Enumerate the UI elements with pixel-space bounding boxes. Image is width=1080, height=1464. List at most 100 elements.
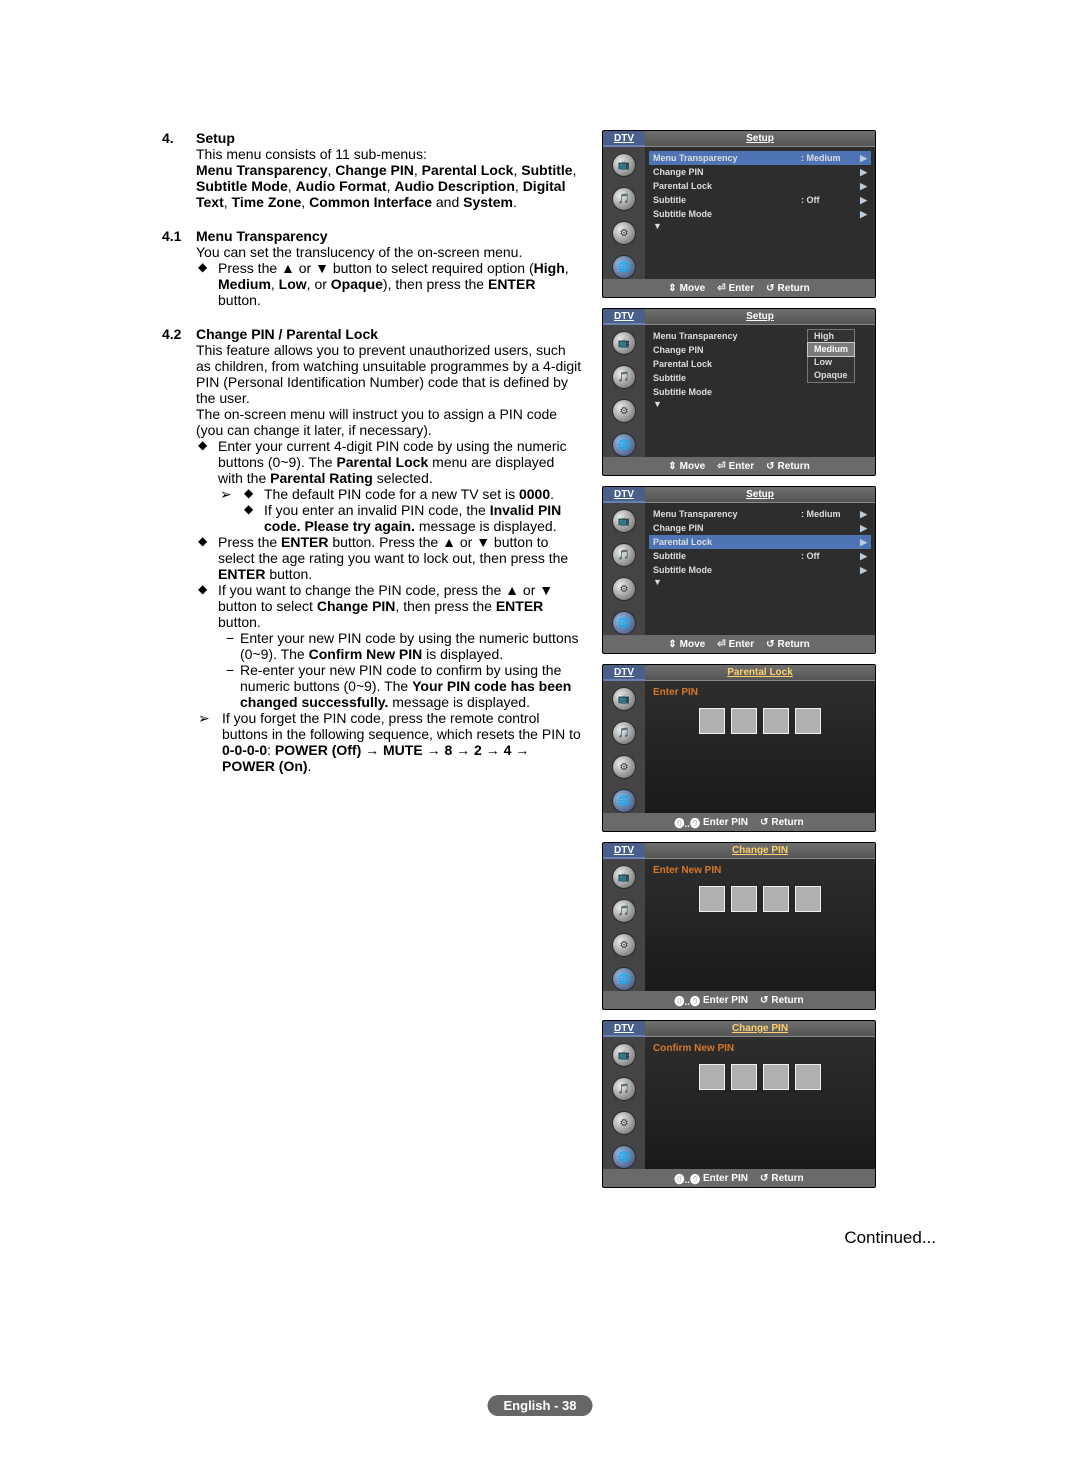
pin-digit[interactable] [699, 1064, 725, 1090]
instruction-item: Enter your current 4-digit PIN code by u… [196, 438, 582, 534]
pin-digit[interactable] [795, 1064, 821, 1090]
menu-row-change-pin[interactable]: Change PIN▶ [649, 165, 871, 179]
instruction-item: Press the ▲ or ▼ button to select requir… [196, 260, 582, 308]
chevron-right-icon: ▶ [855, 523, 867, 534]
sidebar-icon: ⚙ [612, 933, 636, 957]
tv-footer: ⓿..❾Enter PIN ↺Return [603, 991, 875, 1009]
chevron-right-icon: ▶ [855, 565, 867, 576]
pin-input-boxes[interactable] [653, 886, 867, 912]
subsection-desc: You can set the translucency of the on-s… [196, 244, 582, 260]
footer-enter: ⏎Enter [717, 283, 754, 294]
menu-title: Setup [645, 309, 875, 325]
sub-sub-instruction: If you enter an invalid PIN code, the In… [242, 502, 582, 534]
pin-digit[interactable] [731, 708, 757, 734]
tv-sidebar: 📺 🎵 ⚙ 🌐 [603, 147, 645, 279]
pin-prompt: Enter New PIN [653, 865, 867, 876]
tv-sidebar: 📺 🎵 ⚙ 🌐 [603, 503, 645, 635]
sidebar-icon: 📺 [612, 1043, 636, 1067]
pin-digit[interactable] [699, 708, 725, 734]
manual-text-column: 4. Setup This menu consists of 11 sub-me… [162, 130, 582, 1188]
dtv-badge: DTV [603, 131, 645, 147]
subsection-number: 4.2 [162, 326, 196, 774]
sidebar-icon: 🎵 [612, 899, 636, 923]
numeric-icon: ⓿..❾ [674, 815, 700, 830]
menu-row-change-pin[interactable]: Change PIN▶ [649, 521, 871, 535]
pin-digit[interactable] [763, 708, 789, 734]
section-intro: This menu consists of 11 sub-menus: [196, 146, 582, 162]
sidebar-icon: ⚙ [612, 221, 636, 245]
option-low[interactable]: Low [808, 356, 854, 369]
instruction-item: If you forget the PIN code, press the re… [196, 710, 582, 774]
option-opaque[interactable]: Opaque [808, 369, 854, 382]
subsection-number: 4.1 [162, 228, 196, 308]
menu-row-subtitle[interactable]: Subtitle : Off ▶ [649, 193, 871, 207]
menu-row-subtitle-mode[interactable]: Subtitle Mode▶ [649, 563, 871, 577]
updown-icon: ⇕ [668, 639, 676, 650]
chevron-right-icon: ▶ [855, 195, 867, 206]
footer-move: ⇕Move [668, 283, 705, 294]
sidebar-icon: 🌐 [612, 967, 636, 991]
tv-screenshot-setup-1: DTV Setup 📺 🎵 ⚙ 🌐 Menu Transparency : Me… [602, 130, 876, 298]
sidebar-icon: 📺 [612, 509, 636, 533]
tv-sidebar: 📺 🎵 ⚙ 🌐 [603, 325, 645, 457]
paragraph: The on-screen menu will instruct you to … [196, 406, 582, 438]
tv-footer: ⇕Move ⏎Enter ↺Return [603, 457, 875, 475]
more-items-icon: ▼ [649, 577, 871, 587]
subsection-title: Change PIN / Parental Lock [196, 326, 582, 342]
menu-title: Change PIN [645, 843, 875, 859]
sidebar-icon: ⚙ [612, 1111, 636, 1135]
subsection-title: Menu Transparency [196, 228, 582, 244]
pin-digit[interactable] [763, 1064, 789, 1090]
pin-digit[interactable] [795, 708, 821, 734]
menu-row-subtitle-mode[interactable]: Subtitle Mode▶ [649, 207, 871, 221]
tv-sidebar: 📺 🎵 ⚙ 🌐 [603, 859, 645, 991]
pin-input-boxes[interactable] [653, 708, 867, 734]
tv-screenshot-setup-3: DTV Setup 📺 🎵 ⚙ 🌐 Menu Transparency : Me… [602, 486, 876, 654]
sidebar-icon: 📺 [612, 687, 636, 711]
menu-row-subtitle-mode[interactable]: Subtitle Mode [649, 385, 871, 399]
submenus-list: Menu Transparency, Change PIN, Parental … [196, 162, 582, 210]
tv-footer: ⇕Move ⏎Enter ↺Return [603, 635, 875, 653]
chevron-right-icon: ▶ [855, 209, 867, 220]
updown-icon: ⇕ [668, 461, 676, 472]
numeric-icon: ⓿..❾ [674, 993, 700, 1008]
menu-row-parental-lock[interactable]: Parental Lock▶ [649, 179, 871, 193]
tv-footer: ⓿..❾Enter PIN ↺Return [603, 1169, 875, 1187]
pin-prompt: Enter PIN [653, 687, 867, 698]
paragraph: This feature allows you to prevent unaut… [196, 342, 582, 406]
tv-screenshot-setup-2: DTV Setup 📺 🎵 ⚙ 🌐 Menu Transparency: [602, 308, 876, 476]
pin-digit[interactable] [699, 886, 725, 912]
pin-input-boxes[interactable] [653, 1064, 867, 1090]
dtv-badge: DTV [603, 843, 645, 859]
more-items-icon: ▼ [649, 399, 871, 409]
menu-title: Setup [645, 487, 875, 503]
dtv-badge: DTV [603, 309, 645, 325]
tv-screenshot-confirm-new-pin: DTV Change PIN 📺 🎵 ⚙ 🌐 Confirm New PIN [602, 1020, 876, 1188]
menu-row-parental-lock[interactable]: Parental Lock▶ [649, 535, 871, 549]
pin-digit[interactable] [731, 886, 757, 912]
sidebar-icon: 📺 [612, 153, 636, 177]
chevron-right-icon: ▶ [855, 167, 867, 178]
instruction-item: If you want to change the PIN code, pres… [196, 582, 582, 710]
sidebar-icon: ⚙ [612, 577, 636, 601]
enter-icon: ⏎ [717, 639, 725, 650]
sidebar-icon: 🎵 [612, 187, 636, 211]
option-medium[interactable]: Medium [807, 342, 855, 357]
pin-prompt: Confirm New PIN [653, 1043, 867, 1054]
menu-title: Change PIN [645, 1021, 875, 1037]
section-number: 4. [162, 130, 196, 210]
menu-row-transparency[interactable]: Menu Transparency : Medium ▶ [649, 507, 871, 521]
pin-digit[interactable] [731, 1064, 757, 1090]
pin-digit[interactable] [763, 886, 789, 912]
enter-icon: ⏎ [717, 461, 725, 472]
menu-row-transparency[interactable]: Menu Transparency : Medium ▶ [649, 151, 871, 165]
sub-sub-instruction: The default PIN code for a new TV set is… [242, 486, 582, 502]
tv-sidebar: 📺 🎵 ⚙ 🌐 [603, 1037, 645, 1169]
section-title: Setup [196, 130, 582, 146]
menu-row-subtitle[interactable]: Subtitle: Off▶ [649, 549, 871, 563]
pin-digit[interactable] [795, 886, 821, 912]
footer-return: ↺Return [766, 283, 810, 294]
chevron-right-icon: ▶ [855, 153, 867, 164]
screenshot-column: DTV Setup 📺 🎵 ⚙ 🌐 Menu Transparency : Me… [602, 130, 874, 1188]
return-icon: ↺ [760, 1173, 768, 1184]
